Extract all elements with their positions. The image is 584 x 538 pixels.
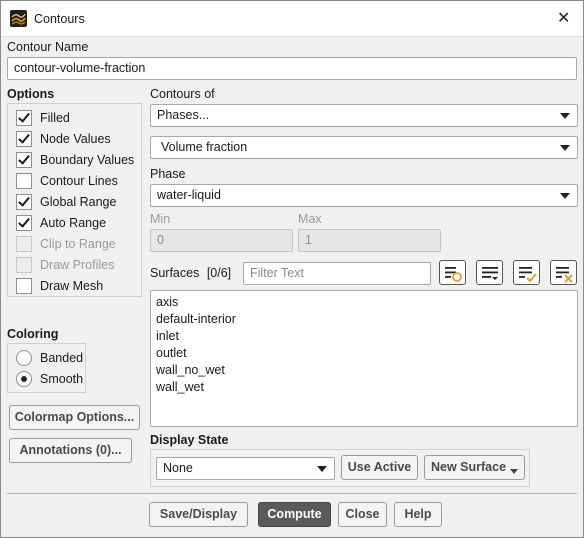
coloring-option-label: Smooth — [40, 372, 84, 386]
phase-value: water-liquid — [157, 188, 221, 202]
new-surface-button[interactable]: New Surface — [424, 455, 525, 480]
surface-list-item[interactable]: inlet — [156, 329, 179, 343]
coloring-label: Coloring — [7, 327, 59, 341]
checkbox — [16, 236, 32, 252]
max-field: 1 — [298, 229, 441, 252]
surface-list-item[interactable]: axis — [156, 295, 178, 309]
min-field: 0 — [150, 229, 293, 252]
contours-app-icon — [10, 10, 27, 27]
deselect-all-icon — [556, 267, 573, 283]
surface-list-item[interactable]: outlet — [156, 346, 187, 360]
select-all-icon — [519, 267, 537, 283]
option-label: Draw Profiles — [40, 258, 115, 272]
checkmark-icon — [18, 215, 30, 228]
chevron-down-icon — [560, 113, 570, 119]
option-label: Filled — [40, 111, 70, 125]
surface-list-item[interactable]: wall_no_wet — [156, 363, 225, 377]
contour-name-field[interactable]: contour-volume-fraction — [7, 57, 577, 80]
chevron-down-icon — [560, 145, 570, 151]
chevron-down-icon — [317, 466, 327, 472]
option-label: Contour Lines — [40, 174, 118, 188]
chevron-down-icon — [560, 193, 570, 199]
surfaces-listbox[interactable]: axis default-interior inlet outlet wall_no_w… — [150, 290, 578, 427]
checkbox[interactable] — [16, 131, 32, 147]
use-active-button[interactable]: Use Active — [341, 455, 418, 480]
option-label: Node Values — [40, 132, 111, 146]
checkbox[interactable] — [16, 173, 32, 189]
help-button[interactable]: Help — [394, 502, 442, 527]
colormap-options-button[interactable]: Colormap Options... — [9, 405, 140, 430]
checkbox — [16, 257, 32, 273]
phase-dropdown[interactable]: water-liquid — [150, 184, 578, 207]
display-state-group: None Use Active New Surface — [150, 449, 530, 487]
display-state-dropdown[interactable]: None — [156, 457, 335, 480]
display-state-value: None — [163, 461, 193, 475]
checkmark-icon — [18, 131, 30, 144]
checkmark-icon — [18, 194, 30, 207]
surface-list-button[interactable] — [476, 260, 503, 285]
checkbox[interactable] — [16, 152, 32, 168]
contours-of-category-value: Phases... — [157, 108, 210, 122]
min-label: Min — [150, 212, 171, 226]
contours-of-quantity-dropdown[interactable]: Volume fraction — [150, 136, 578, 159]
surface-select-icon — [445, 267, 462, 282]
radio-dot-icon — [21, 376, 27, 382]
checkbox[interactable] — [16, 194, 32, 210]
footer-divider — [7, 493, 577, 494]
contours-of-quantity-value: Volume fraction — [161, 140, 248, 154]
surfaces-count: [0/6] — [206, 266, 232, 280]
surfaces-label-text: Surfaces — [150, 266, 200, 280]
options-group: Filled Node Values Boundary Values Contour … — [7, 103, 142, 297]
option-label: Boundary Values — [40, 153, 135, 167]
close-button[interactable]: Close — [338, 502, 387, 527]
surface-select-button[interactable] — [439, 260, 466, 285]
surface-list-item[interactable]: wall_wet — [156, 380, 204, 394]
radio-button[interactable] — [16, 371, 32, 387]
new-surface-label: New Surface — [430, 460, 507, 474]
option-label: Clip to Range — [40, 237, 116, 251]
phase-label: Phase — [150, 167, 186, 181]
surfaces-filter-placeholder: Filter Text — [250, 266, 304, 280]
select-all-button[interactable] — [513, 260, 540, 285]
option-label: Draw Mesh — [40, 279, 104, 293]
save-display-button[interactable]: Save/Display — [149, 502, 248, 527]
surfaces-label: Surfaces [0/6] — [150, 266, 231, 280]
title-bar[interactable]: Contours ✕ — [1, 1, 583, 37]
checkbox[interactable] — [16, 110, 32, 126]
surface-list-icon — [482, 267, 498, 280]
display-state-label: Display State — [150, 433, 229, 447]
checkmark-icon — [18, 110, 30, 123]
surfaces-filter-input[interactable]: Filter Text — [243, 262, 431, 285]
deselect-all-button[interactable] — [550, 260, 577, 285]
window-title: Contours — [34, 12, 85, 26]
checkmark-icon — [18, 152, 30, 165]
close-icon[interactable]: ✕ — [557, 10, 570, 28]
option-label: Auto Range — [40, 216, 107, 230]
contour-name-label: Contour Name — [7, 40, 89, 54]
radio-button[interactable] — [16, 350, 32, 366]
chevron-down-icon — [510, 469, 519, 474]
options-label: Options — [7, 87, 55, 101]
contours-of-label: Contours of — [150, 87, 215, 101]
compute-button[interactable]: Compute — [258, 502, 331, 527]
annotations-button[interactable]: Annotations (0)... — [9, 438, 132, 463]
checkbox[interactable] — [16, 215, 32, 231]
contours-dialog: Contours ✕ Contour Name contour-volume-f… — [0, 0, 584, 538]
max-label: Max — [298, 212, 322, 226]
contours-of-category-dropdown[interactable]: Phases... — [150, 104, 578, 127]
coloring-option-label: Banded — [40, 351, 84, 365]
option-label: Global Range — [40, 195, 117, 209]
coloring-group: Banded Smooth — [7, 343, 86, 393]
checkbox[interactable] — [16, 278, 32, 294]
surface-list-item[interactable]: default-interior — [156, 312, 236, 326]
